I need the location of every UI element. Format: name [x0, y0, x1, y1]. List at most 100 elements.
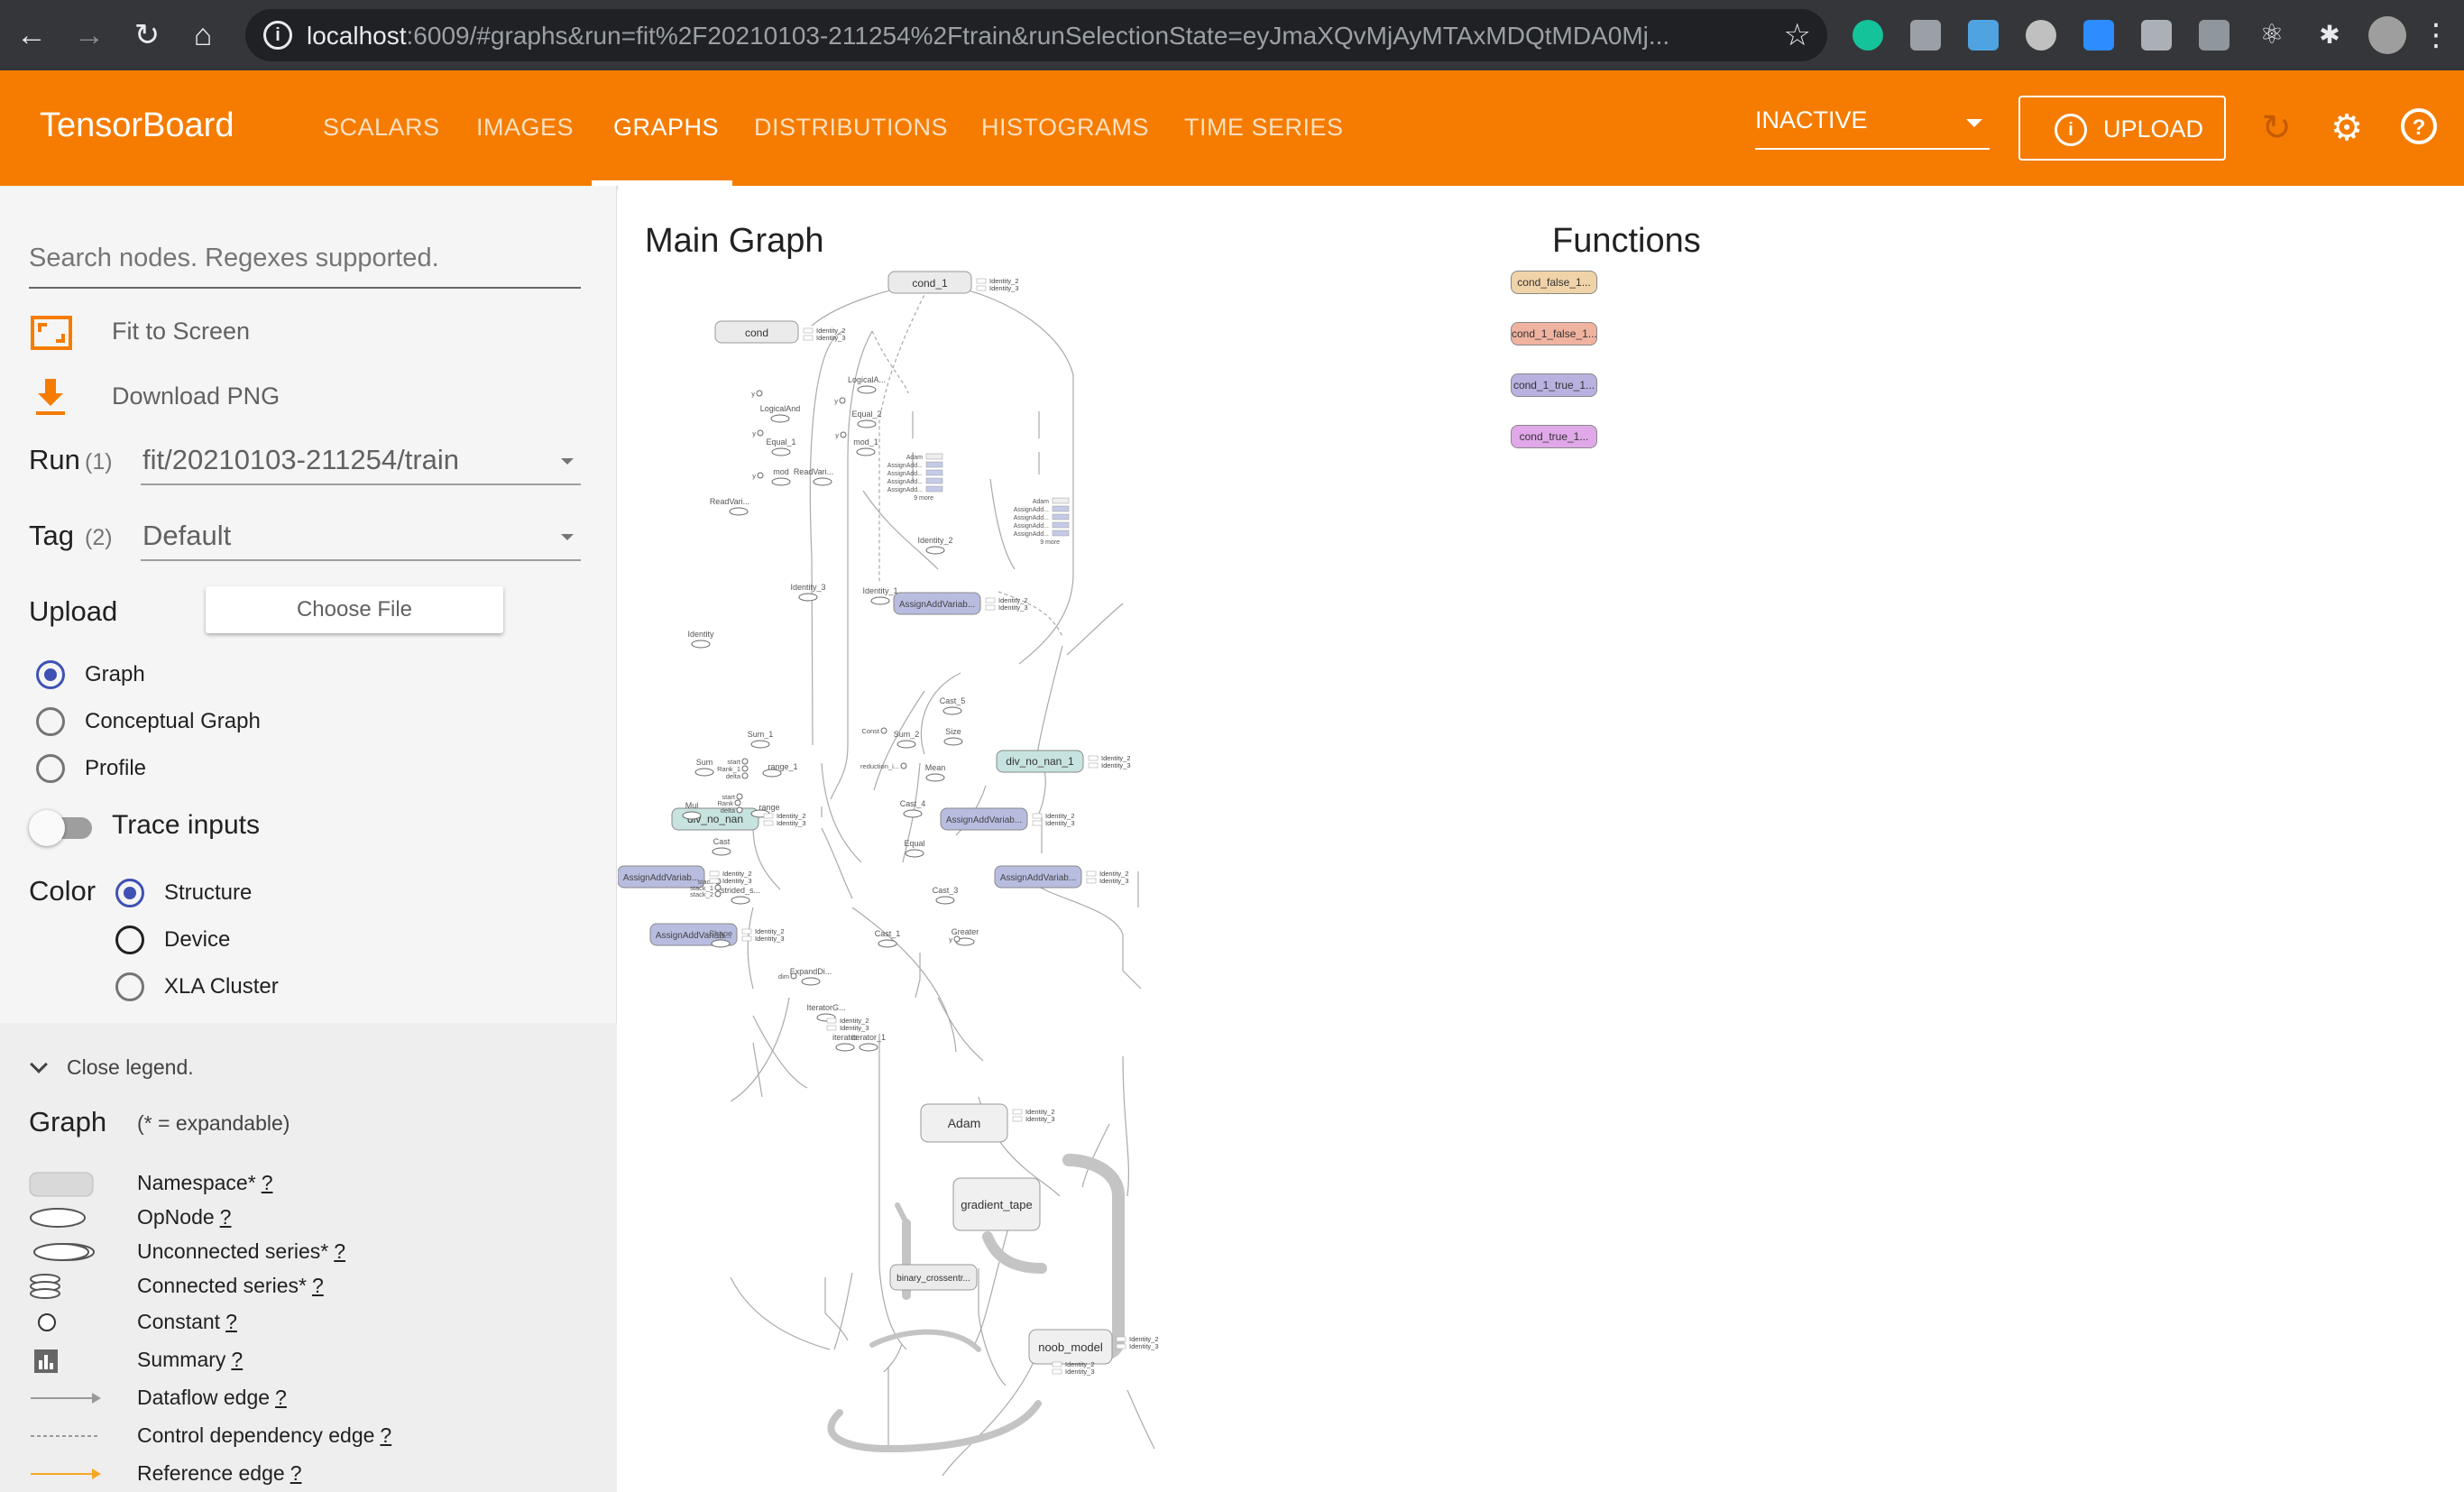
back-icon[interactable]: ←: [11, 14, 52, 56]
legend-help-link[interactable]: ?: [275, 1386, 287, 1409]
download-png-button[interactable]: Download PNG: [29, 375, 570, 420]
tab-histograms[interactable]: HISTOGRAMS: [981, 114, 1149, 142]
constant-node[interactable]: y: [834, 397, 846, 405]
op-node[interactable]: Cast_1: [875, 929, 901, 948]
function-node[interactable]: cond_true_1...: [1511, 425, 1597, 448]
op-node[interactable]: Size: [943, 727, 963, 746]
constant-node[interactable]: reduction_i...: [860, 762, 907, 770]
op-node[interactable]: Equal_1: [766, 437, 796, 456]
extensions-puzzle-icon[interactable]: ✱: [2314, 20, 2345, 51]
namespace-node[interactable]: Adam: [920, 1103, 1008, 1143]
identity-output[interactable]: Identity_3: [1052, 1368, 1095, 1376]
series-row[interactable]: 9 more: [914, 495, 933, 502]
identity-output[interactable]: Identity_3: [976, 284, 1019, 292]
constant-node[interactable]: y: [752, 429, 764, 437]
op-node[interactable]: Identity_2: [917, 536, 953, 555]
series-row[interactable]: AssignAdd...: [1014, 505, 1070, 513]
forward-icon[interactable]: →: [69, 14, 110, 56]
graph-type-graph[interactable]: Graph: [36, 657, 307, 693]
extension-icon[interactable]: [2026, 20, 2056, 51]
constant-node[interactable]: stack_2: [690, 890, 722, 898]
site-info-icon[interactable]: i: [263, 21, 292, 50]
identity-output[interactable]: Identity_3: [1086, 877, 1129, 885]
namespace-node[interactable]: noob_model: [1028, 1329, 1113, 1365]
series-row[interactable]: AssignAdd...: [887, 469, 943, 477]
series-row[interactable]: AssignAdd...: [1014, 513, 1070, 521]
identity-output[interactable]: Identity_3: [826, 1024, 869, 1032]
series-row[interactable]: Adam: [1033, 497, 1070, 505]
color-device[interactable]: Device: [115, 922, 386, 958]
run-select[interactable]: fit/20210103-211254/train: [141, 435, 581, 485]
op-node[interactable]: Equal: [904, 839, 925, 858]
op-node[interactable]: Identity_3: [790, 583, 826, 602]
identity-output[interactable]: Identity_3: [1012, 1115, 1055, 1123]
namespace-node[interactable]: div_no_nan_1: [996, 750, 1084, 773]
series-row[interactable]: AssignAdd...: [887, 477, 943, 485]
legend-help-link[interactable]: ?: [380, 1423, 391, 1447]
status-dropdown[interactable]: INACTIVE: [1755, 106, 1990, 150]
tag-select[interactable]: Default: [141, 511, 581, 561]
op-node[interactable]: Cast_3: [933, 886, 959, 905]
op-node[interactable]: Cast_5: [940, 696, 966, 715]
op-node[interactable]: Cast: [712, 837, 731, 856]
tab-distributions[interactable]: DISTRIBUTIONS: [754, 114, 948, 142]
namespace-node[interactable]: div_no_nan: [671, 807, 759, 831]
close-legend-button[interactable]: Close legend.: [30, 1055, 194, 1080]
op-node[interactable]: Identity_1: [862, 586, 898, 605]
tab-graphs[interactable]: GRAPHS: [613, 114, 719, 142]
legend-help-link[interactable]: ?: [334, 1239, 345, 1263]
namespace-node[interactable]: gradient_tape: [952, 1177, 1041, 1231]
op-node[interactable]: Equal_2: [851, 410, 882, 428]
legend-help-link[interactable]: ?: [312, 1274, 324, 1297]
color-xla-cluster[interactable]: XLA Cluster: [115, 969, 386, 1005]
node-search-input[interactable]: Search nodes. Regexes supported.: [29, 236, 581, 289]
constant-node[interactable]: dim: [778, 972, 797, 981]
constant-node[interactable]: y: [835, 431, 847, 439]
namespace-node[interactable]: AssignAddVariab...: [940, 807, 1028, 831]
color-structure[interactable]: Structure: [115, 875, 386, 911]
legend-help-link[interactable]: ?: [290, 1461, 302, 1485]
legend-help-link[interactable]: ?: [225, 1310, 237, 1333]
function-node[interactable]: cond_1_false_1...: [1511, 322, 1597, 345]
tab-images[interactable]: IMAGES: [476, 114, 574, 142]
legend-help-link[interactable]: ?: [231, 1348, 243, 1371]
upload-button[interactable]: i UPLOAD: [2018, 96, 2226, 161]
identity-output[interactable]: Identity_3: [1032, 819, 1075, 827]
namespace-node[interactable]: AssignAddVariab...: [994, 865, 1082, 889]
grammarly-extension-icon[interactable]: [1853, 20, 1883, 51]
op-node[interactable]: ReadVari...: [794, 467, 833, 486]
op-node[interactable]: LogicalAnd: [760, 404, 801, 423]
browser-menu-icon[interactable]: ⋮: [2421, 14, 2451, 56]
graph-type-profile[interactable]: Profile: [36, 751, 307, 787]
constant-node[interactable]: Const: [861, 727, 887, 735]
settings-gear-icon[interactable]: ⚙: [2325, 106, 2368, 150]
graph-diagram[interactable]: cond_1 cond AssignAddVariab... div_no_na…: [618, 186, 1520, 1492]
extension-icon[interactable]: [2141, 20, 2172, 51]
legend-help-link[interactable]: ?: [262, 1171, 273, 1194]
function-node[interactable]: cond_1_true_1...: [1511, 373, 1597, 397]
op-node[interactable]: iterator_1: [851, 1033, 886, 1052]
series-row[interactable]: Adam: [906, 453, 943, 461]
graph-canvas[interactable]: Main Graph Functions cond_false_1... con…: [618, 186, 2464, 1492]
refresh-icon[interactable]: ↻: [2255, 106, 2298, 150]
bookmark-star-icon[interactable]: ☆: [1784, 17, 1811, 53]
op-node[interactable]: Sum_1: [748, 730, 774, 749]
home-icon[interactable]: ⌂: [182, 14, 224, 56]
op-node[interactable]: strided_s...: [721, 886, 760, 905]
series-row[interactable]: AssignAdd...: [1014, 530, 1070, 538]
identity-output[interactable]: Identity_3: [803, 334, 846, 342]
address-bar[interactable]: i localhost:6009/#graphs&run=fit%2F20210…: [245, 9, 1827, 61]
extension-icon[interactable]: [2199, 20, 2230, 51]
legend-help-link[interactable]: ?: [220, 1205, 232, 1229]
op-node[interactable]: Mean: [925, 763, 946, 782]
function-node[interactable]: cond_false_1...: [1511, 271, 1597, 294]
tab-time-series[interactable]: TIME SERIES: [1184, 114, 1344, 142]
trace-inputs-toggle[interactable]: [29, 808, 96, 846]
series-row[interactable]: AssignAdd...: [1014, 521, 1070, 530]
namespace-node[interactable]: AssignAddVariab...: [893, 592, 981, 615]
identity-output[interactable]: Identity_3: [985, 603, 1028, 612]
op-node[interactable]: Identity: [687, 630, 714, 649]
series-row[interactable]: AssignAdd...: [887, 461, 943, 469]
op-node[interactable]: Sum_2: [894, 730, 920, 749]
fit-to-screen-button[interactable]: Fit to Screen: [29, 310, 570, 355]
